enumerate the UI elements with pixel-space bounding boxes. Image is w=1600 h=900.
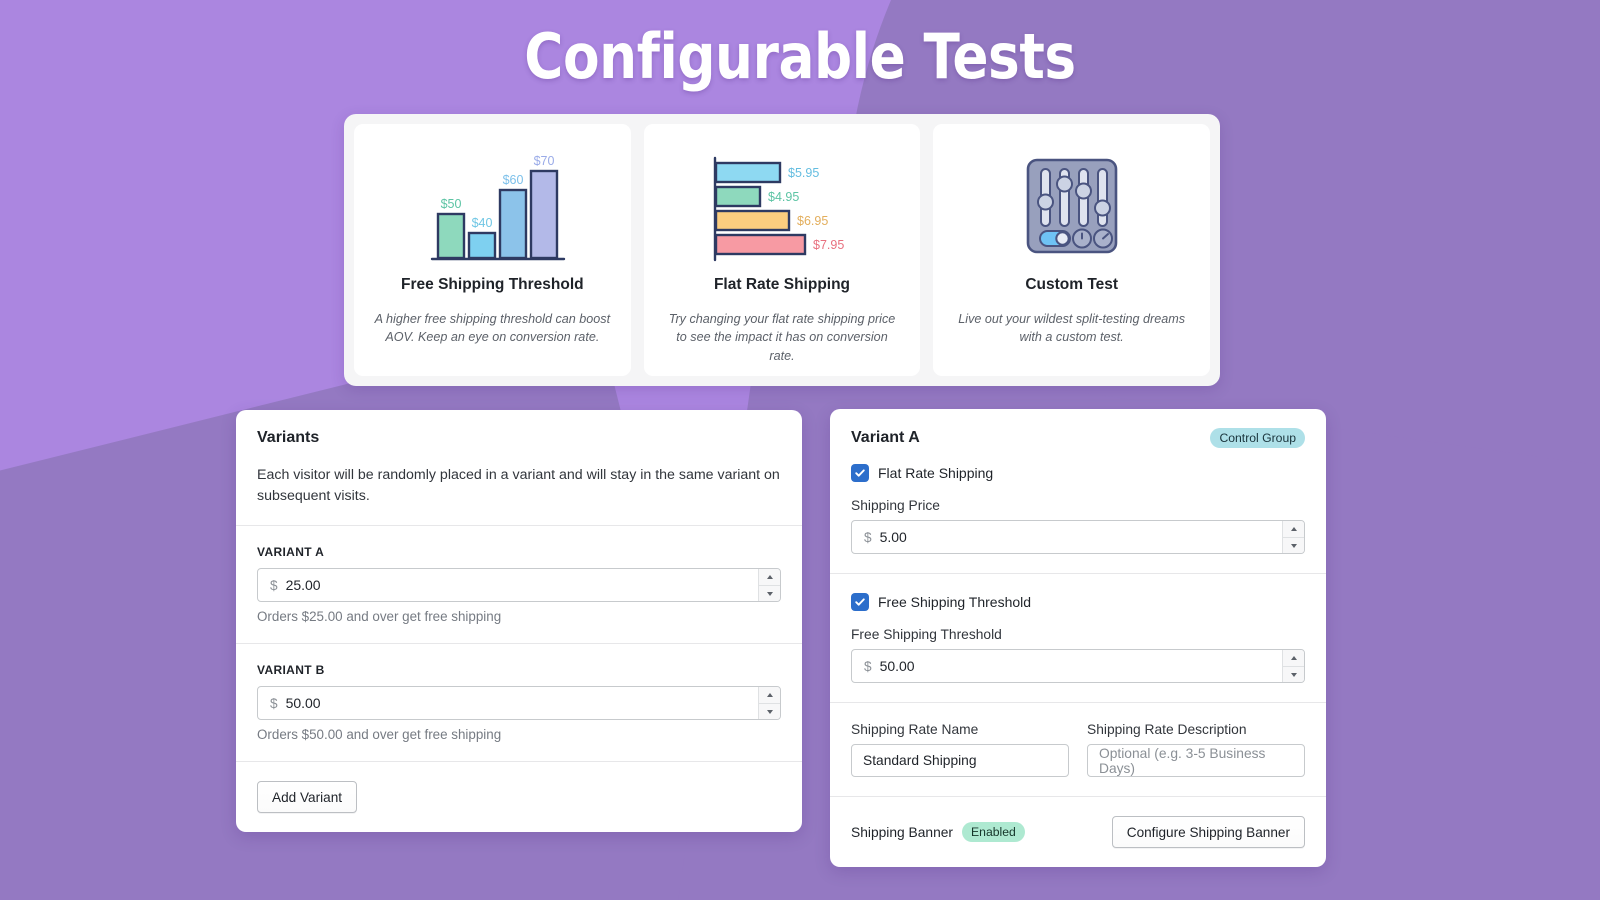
free-shipping-threshold-stepper[interactable]	[1282, 650, 1304, 682]
stepper-increment-button[interactable]	[759, 687, 780, 703]
shipping-rate-name-input[interactable]: Standard Shipping	[851, 744, 1069, 777]
app-background: Configurable Tests $50 $40 $60 $70	[0, 0, 1600, 900]
chevron-down-icon	[1291, 544, 1297, 548]
svg-text:$4.95: $4.95	[768, 190, 799, 204]
shipping-rate-fields-row: Shipping Rate Name Standard Shipping Shi…	[851, 722, 1305, 777]
test-type-title: Flat Rate Shipping	[714, 276, 850, 294]
currency-symbol: $	[258, 569, 283, 601]
free-shipping-threshold-checkbox-label: Free Shipping Threshold	[878, 594, 1031, 610]
free-shipping-threshold-checkbox-row[interactable]: Free Shipping Threshold	[851, 593, 1305, 611]
variant-b-threshold-input[interactable]: $ 50.00	[257, 686, 781, 720]
svg-text:$6.95: $6.95	[797, 214, 828, 228]
stepper-increment-button[interactable]	[1283, 521, 1304, 537]
add-variant-section: Add Variant	[236, 761, 802, 832]
flat-rate-section: Variant A Control Group Flat Rate Shippi…	[830, 409, 1326, 573]
chevron-down-icon	[1291, 673, 1297, 677]
variant-a-header-row: Variant A Control Group	[851, 428, 1305, 448]
variant-b-threshold-value[interactable]: 50.00	[283, 687, 758, 719]
shipping-banner-label: Shipping Banner	[851, 825, 953, 840]
test-type-description: Try changing your flat rate shipping pri…	[663, 310, 901, 365]
variants-panel: Variants Each visitor will be randomly p…	[236, 410, 802, 832]
variant-a-field-section: VARIANT A $ 25.00 Orders $25.00 and over…	[236, 525, 802, 643]
svg-text:$7.95: $7.95	[813, 238, 844, 252]
shipping-banner-row: Shipping Banner Enabled Configure Shippi…	[851, 816, 1305, 848]
variant-a-threshold-value[interactable]: 25.00	[283, 569, 758, 601]
test-type-card-custom-test[interactable]: Custom Test Live out your wildest split-…	[933, 124, 1210, 376]
shipping-price-input[interactable]: $ 5.00	[851, 520, 1305, 554]
test-types-container: $50 $40 $60 $70 Free Shipping Threshold	[344, 114, 1220, 386]
variant-b-label: VARIANT B	[257, 663, 781, 677]
checkbox-checked-icon[interactable]	[851, 464, 869, 482]
test-type-description: A higher free shipping threshold can boo…	[373, 310, 611, 347]
shipping-rate-description-field: Shipping Rate Description Optional (e.g.…	[1087, 722, 1305, 777]
svg-text:$5.95: $5.95	[788, 166, 819, 180]
test-type-card-free-shipping-threshold[interactable]: $50 $40 $60 $70 Free Shipping Threshold	[354, 124, 631, 376]
free-shipping-threshold-label: Free Shipping Threshold	[851, 627, 1305, 642]
svg-text:$40: $40	[472, 216, 493, 230]
test-type-description: Live out your wildest split-testing drea…	[953, 310, 1191, 347]
variants-header-section: Variants Each visitor will be randomly p…	[236, 410, 802, 525]
shipping-rate-description-input[interactable]: Optional (e.g. 3-5 Business Days)	[1087, 744, 1305, 777]
variants-intro-text: Each visitor will be randomly placed in …	[257, 465, 781, 506]
vertical-bar-chart-icon: $50 $40 $60 $70	[370, 142, 615, 270]
shipping-banner-label-group: Shipping Banner Enabled	[851, 822, 1025, 842]
stepper-decrement-button[interactable]	[1283, 537, 1304, 553]
test-type-card-flat-rate-shipping[interactable]: $5.95 $4.95 $6.95 $7.95 Flat Rate Shippi…	[644, 124, 921, 376]
shipping-price-stepper[interactable]	[1282, 521, 1304, 553]
test-type-title: Free Shipping Threshold	[401, 276, 584, 294]
stepper-increment-button[interactable]	[1283, 650, 1304, 666]
flat-rate-shipping-checkbox-label: Flat Rate Shipping	[878, 465, 993, 481]
control-group-badge: Control Group	[1210, 428, 1305, 448]
svg-text:$70: $70	[534, 154, 555, 168]
stepper-decrement-button[interactable]	[1283, 666, 1304, 682]
shipping-rate-name-field: Shipping Rate Name Standard Shipping	[851, 722, 1069, 777]
shipping-rate-details-section: Shipping Rate Name Standard Shipping Shi…	[830, 702, 1326, 796]
configure-shipping-banner-button[interactable]: Configure Shipping Banner	[1112, 816, 1305, 848]
shipping-banner-status-badge: Enabled	[962, 822, 1025, 842]
currency-symbol: $	[852, 650, 877, 682]
chevron-up-icon	[767, 575, 773, 579]
currency-symbol: $	[258, 687, 283, 719]
variant-a-help-text: Orders $25.00 and over get free shipping	[257, 609, 781, 624]
variants-heading: Variants	[257, 429, 781, 447]
chevron-down-icon	[767, 710, 773, 714]
variant-a-heading: Variant A	[851, 429, 920, 447]
variant-b-help-text: Orders $50.00 and over get free shipping	[257, 727, 781, 742]
svg-text:$50: $50	[441, 197, 462, 211]
test-type-title: Custom Test	[1025, 276, 1118, 294]
sliders-control-panel-icon	[949, 142, 1194, 270]
page-title: Configurable Tests	[112, 20, 1488, 93]
chevron-up-icon	[1291, 527, 1297, 531]
stepper-decrement-button[interactable]	[759, 703, 780, 719]
free-shipping-threshold-value[interactable]: 50.00	[877, 650, 1282, 682]
shipping-banner-section: Shipping Banner Enabled Configure Shippi…	[830, 796, 1326, 867]
chevron-down-icon	[767, 592, 773, 596]
shipping-price-value[interactable]: 5.00	[877, 521, 1282, 553]
free-shipping-threshold-input[interactable]: $ 50.00	[851, 649, 1305, 683]
variant-a-stepper[interactable]	[758, 569, 780, 601]
variant-a-panel: Variant A Control Group Flat Rate Shippi…	[830, 409, 1326, 867]
currency-symbol: $	[852, 521, 877, 553]
shipping-rate-name-label: Shipping Rate Name	[851, 722, 1069, 737]
checkbox-checked-icon[interactable]	[851, 593, 869, 611]
variant-b-stepper[interactable]	[758, 687, 780, 719]
stepper-decrement-button[interactable]	[759, 585, 780, 601]
variant-b-field-section: VARIANT B $ 50.00 Orders $50.00 and over…	[236, 643, 802, 761]
chevron-up-icon	[767, 693, 773, 697]
chevron-up-icon	[1291, 656, 1297, 660]
variant-a-threshold-input[interactable]: $ 25.00	[257, 568, 781, 602]
stepper-increment-button[interactable]	[759, 569, 780, 585]
add-variant-button[interactable]: Add Variant	[257, 781, 357, 813]
shipping-price-label: Shipping Price	[851, 498, 1305, 513]
flat-rate-shipping-checkbox-row[interactable]: Flat Rate Shipping	[851, 464, 1305, 482]
horizontal-bar-chart-icon: $5.95 $4.95 $6.95 $7.95	[660, 142, 905, 270]
variant-a-label: VARIANT A	[257, 545, 781, 559]
shipping-rate-description-label: Shipping Rate Description	[1087, 722, 1305, 737]
svg-text:$60: $60	[503, 173, 524, 187]
free-shipping-threshold-section: Free Shipping Threshold Free Shipping Th…	[830, 573, 1326, 702]
